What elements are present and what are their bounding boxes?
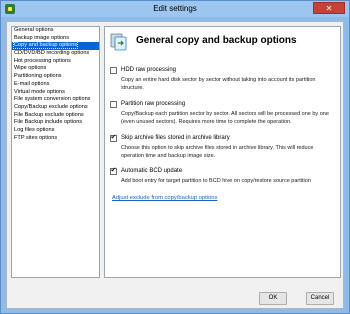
sidebar-item-copy-backup-exclude-options[interactable]: Copy/Backup exclude options [12, 104, 99, 112]
partition-raw-processing-checkbox[interactable] [110, 101, 117, 108]
hdd-raw-processing-label[interactable]: HDD raw processing [121, 67, 176, 73]
dialog-body: General options Backup image options Cop… [6, 21, 344, 309]
sidebar-item-virtual-mode-options[interactable]: Virtual mode options [12, 89, 99, 97]
automatic-bcd-update-label[interactable]: Automatic BCD update [121, 168, 182, 174]
window-title: Edit settings [153, 4, 197, 13]
sidebar-item-hot-processing-options[interactable]: Hot processing options [12, 58, 99, 66]
copy-backup-icon [110, 33, 127, 51]
settings-category-list: General options Backup image options Cop… [11, 26, 100, 278]
hdd-raw-processing-description: Copy an entire hard disk sector by secto… [121, 77, 316, 91]
sidebar-item-file-backup-include-options[interactable]: File Backup include options [12, 119, 99, 127]
close-button[interactable]: ✕ [313, 2, 345, 14]
skip-archive-files-checkbox[interactable] [110, 133, 117, 142]
sidebar-item-partitioning-options[interactable]: Partitioning options [12, 73, 99, 81]
skip-archive-files-description: Choose this option to skip archive files… [121, 145, 314, 159]
sidebar-item-file-backup-exclude-options[interactable]: File Backup exclude options [12, 112, 99, 120]
title-bar[interactable]: Edit settings ✕ [1, 1, 349, 17]
automatic-bcd-update-description: Add boot entry for target partition to B… [121, 178, 311, 184]
panel-title: General copy and backup options [136, 35, 297, 46]
options-panel: General copy and backup options HDD raw … [104, 26, 341, 278]
partition-raw-processing-description: Copy/Backup each partition sector by sec… [121, 111, 329, 125]
skip-archive-files-label[interactable]: Skip archive files stored in archive lib… [121, 135, 230, 141]
sidebar-item-general-options[interactable]: General options [12, 27, 99, 35]
hdd-raw-processing-checkbox[interactable] [110, 67, 117, 74]
sidebar-item-wipe-options[interactable]: Wipe options [12, 65, 99, 73]
sidebar-item-email-options[interactable]: E-mail options [12, 81, 99, 89]
automatic-bcd-update-checkbox[interactable] [110, 166, 117, 175]
ok-button[interactable]: OK [259, 292, 287, 305]
adjust-exclude-link[interactable]: Adjust exclude from copy/backup options [112, 195, 217, 201]
edit-settings-window: Edit settings ✕ General options Backup i… [0, 0, 350, 314]
sidebar-item-file-system-conversion-options[interactable]: File system conversion options [12, 96, 99, 104]
sidebar-item-log-files-options[interactable]: Log files options [12, 127, 99, 135]
sidebar-item-copy-and-backup-options[interactable]: Copy and backup options [12, 41, 99, 51]
sidebar-item-cd-dvd-bd-recording-options[interactable]: CD/DVD/BD recording options [12, 50, 99, 58]
partition-raw-processing-label[interactable]: Partition raw processing [121, 101, 185, 107]
cancel-button[interactable]: Cancel [306, 292, 334, 305]
sidebar-item-ftp-sites-options[interactable]: FTP sites options [12, 135, 99, 143]
